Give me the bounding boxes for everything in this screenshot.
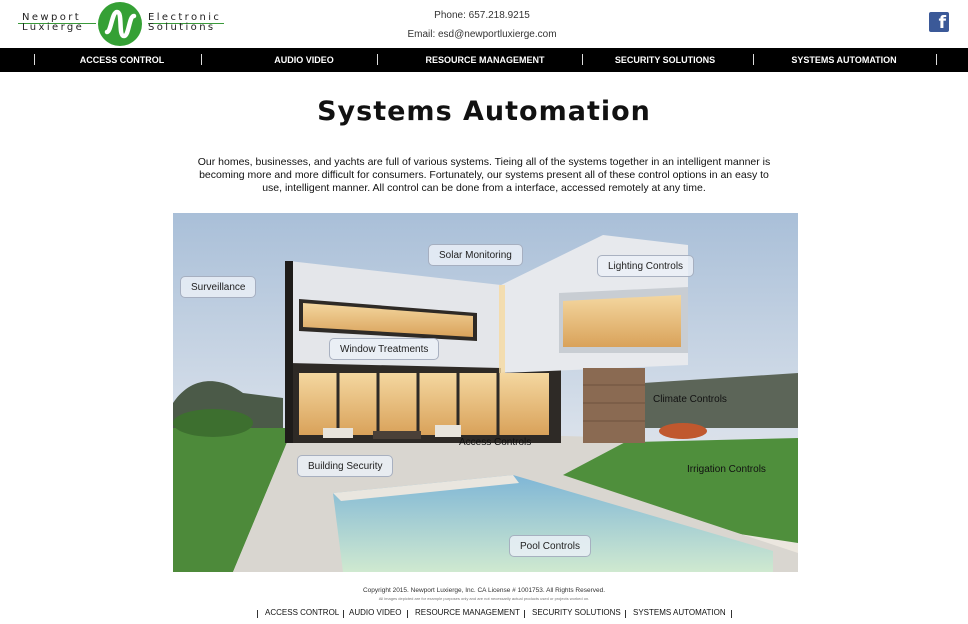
footer-separator bbox=[407, 610, 408, 618]
nav-separator bbox=[201, 54, 202, 65]
footer-link-systems-automation[interactable]: SYSTEMS AUTOMATION bbox=[633, 608, 726, 617]
intro-paragraph: Our homes, businesses, and yachts are fu… bbox=[197, 156, 771, 194]
callout-access-controls[interactable]: Access Controls bbox=[449, 432, 541, 454]
nav-item-access-control[interactable]: ACCESS CONTROL bbox=[62, 48, 182, 72]
callout-solar-monitoring[interactable]: Solar Monitoring bbox=[428, 244, 523, 266]
house-illustration: Surveillance Solar Monitoring Lighting C… bbox=[173, 213, 798, 572]
nav-separator bbox=[34, 54, 35, 65]
footer-separator bbox=[257, 610, 258, 618]
facebook-icon[interactable]: f bbox=[929, 12, 949, 32]
logo-word-luxierge: Luxierge bbox=[22, 22, 85, 33]
email-address[interactable]: Email: esd@newportluxierge.com bbox=[380, 29, 584, 40]
nav-separator bbox=[936, 54, 937, 65]
footer-nav: ACCESS CONTROL AUDIO VIDEO RESOURCE MANA… bbox=[0, 608, 968, 620]
footer-link-access-control[interactable]: ACCESS CONTROL bbox=[265, 608, 339, 617]
callout-irrigation-controls[interactable]: Irrigation Controls bbox=[677, 459, 776, 481]
page-title: Systems Automation bbox=[317, 96, 651, 127]
nav-item-audio-video[interactable]: AUDIO VIDEO bbox=[244, 48, 364, 72]
disclaimer-text: All images depicted are for example purp… bbox=[378, 596, 590, 601]
nav-item-systems-automation[interactable]: SYSTEMS AUTOMATION bbox=[774, 48, 914, 72]
callout-building-security[interactable]: Building Security bbox=[297, 455, 394, 477]
nav-separator bbox=[377, 54, 378, 65]
nav-item-security-solutions[interactable]: SECURITY SOLUTIONS bbox=[600, 48, 730, 72]
copyright-text: Copyright 2015. Newport Luxierge, Inc. C… bbox=[362, 587, 606, 594]
footer-separator bbox=[343, 610, 344, 618]
main-nav: ACCESS CONTROL AUDIO VIDEO RESOURCE MANA… bbox=[0, 48, 968, 72]
nav-item-resource-management[interactable]: RESOURCE MANAGEMENT bbox=[410, 48, 560, 72]
footer-separator bbox=[731, 610, 732, 618]
nav-separator bbox=[753, 54, 754, 65]
nav-separator bbox=[582, 54, 583, 65]
callout-pool-controls[interactable]: Pool Controls bbox=[509, 535, 592, 557]
callout-window-treatments[interactable]: Window Treatments bbox=[329, 338, 440, 360]
footer-separator bbox=[625, 610, 626, 618]
callout-climate-controls[interactable]: Climate Controls bbox=[643, 389, 737, 411]
callout-lighting-controls[interactable]: Lighting Controls bbox=[597, 255, 695, 277]
site-header: Newport Luxierge Electronic Solutions Ph… bbox=[0, 0, 968, 48]
brand-logo[interactable]: Newport Luxierge Electronic Solutions bbox=[14, 0, 226, 48]
footer-link-resource-management[interactable]: RESOURCE MANAGEMENT bbox=[415, 608, 520, 617]
phone-number[interactable]: Phone: 657.218.9215 bbox=[380, 10, 584, 21]
footer-link-audio-video[interactable]: AUDIO VIDEO bbox=[349, 608, 401, 617]
logo-mark-icon bbox=[98, 2, 142, 46]
callout-surveillance[interactable]: Surveillance bbox=[180, 276, 257, 298]
logo-word-solutions: Solutions bbox=[148, 22, 216, 33]
footer-separator bbox=[524, 610, 525, 618]
footer-link-security-solutions[interactable]: SECURITY SOLUTIONS bbox=[532, 608, 621, 617]
